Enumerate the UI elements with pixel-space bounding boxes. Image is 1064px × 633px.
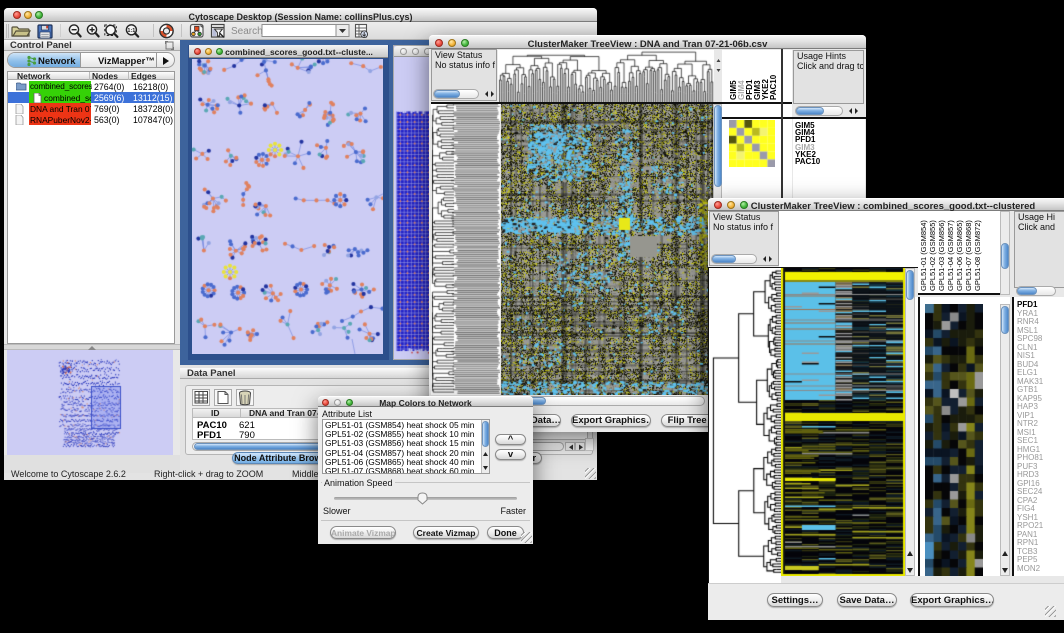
svg-text:Search:: Search:	[231, 26, 265, 37]
